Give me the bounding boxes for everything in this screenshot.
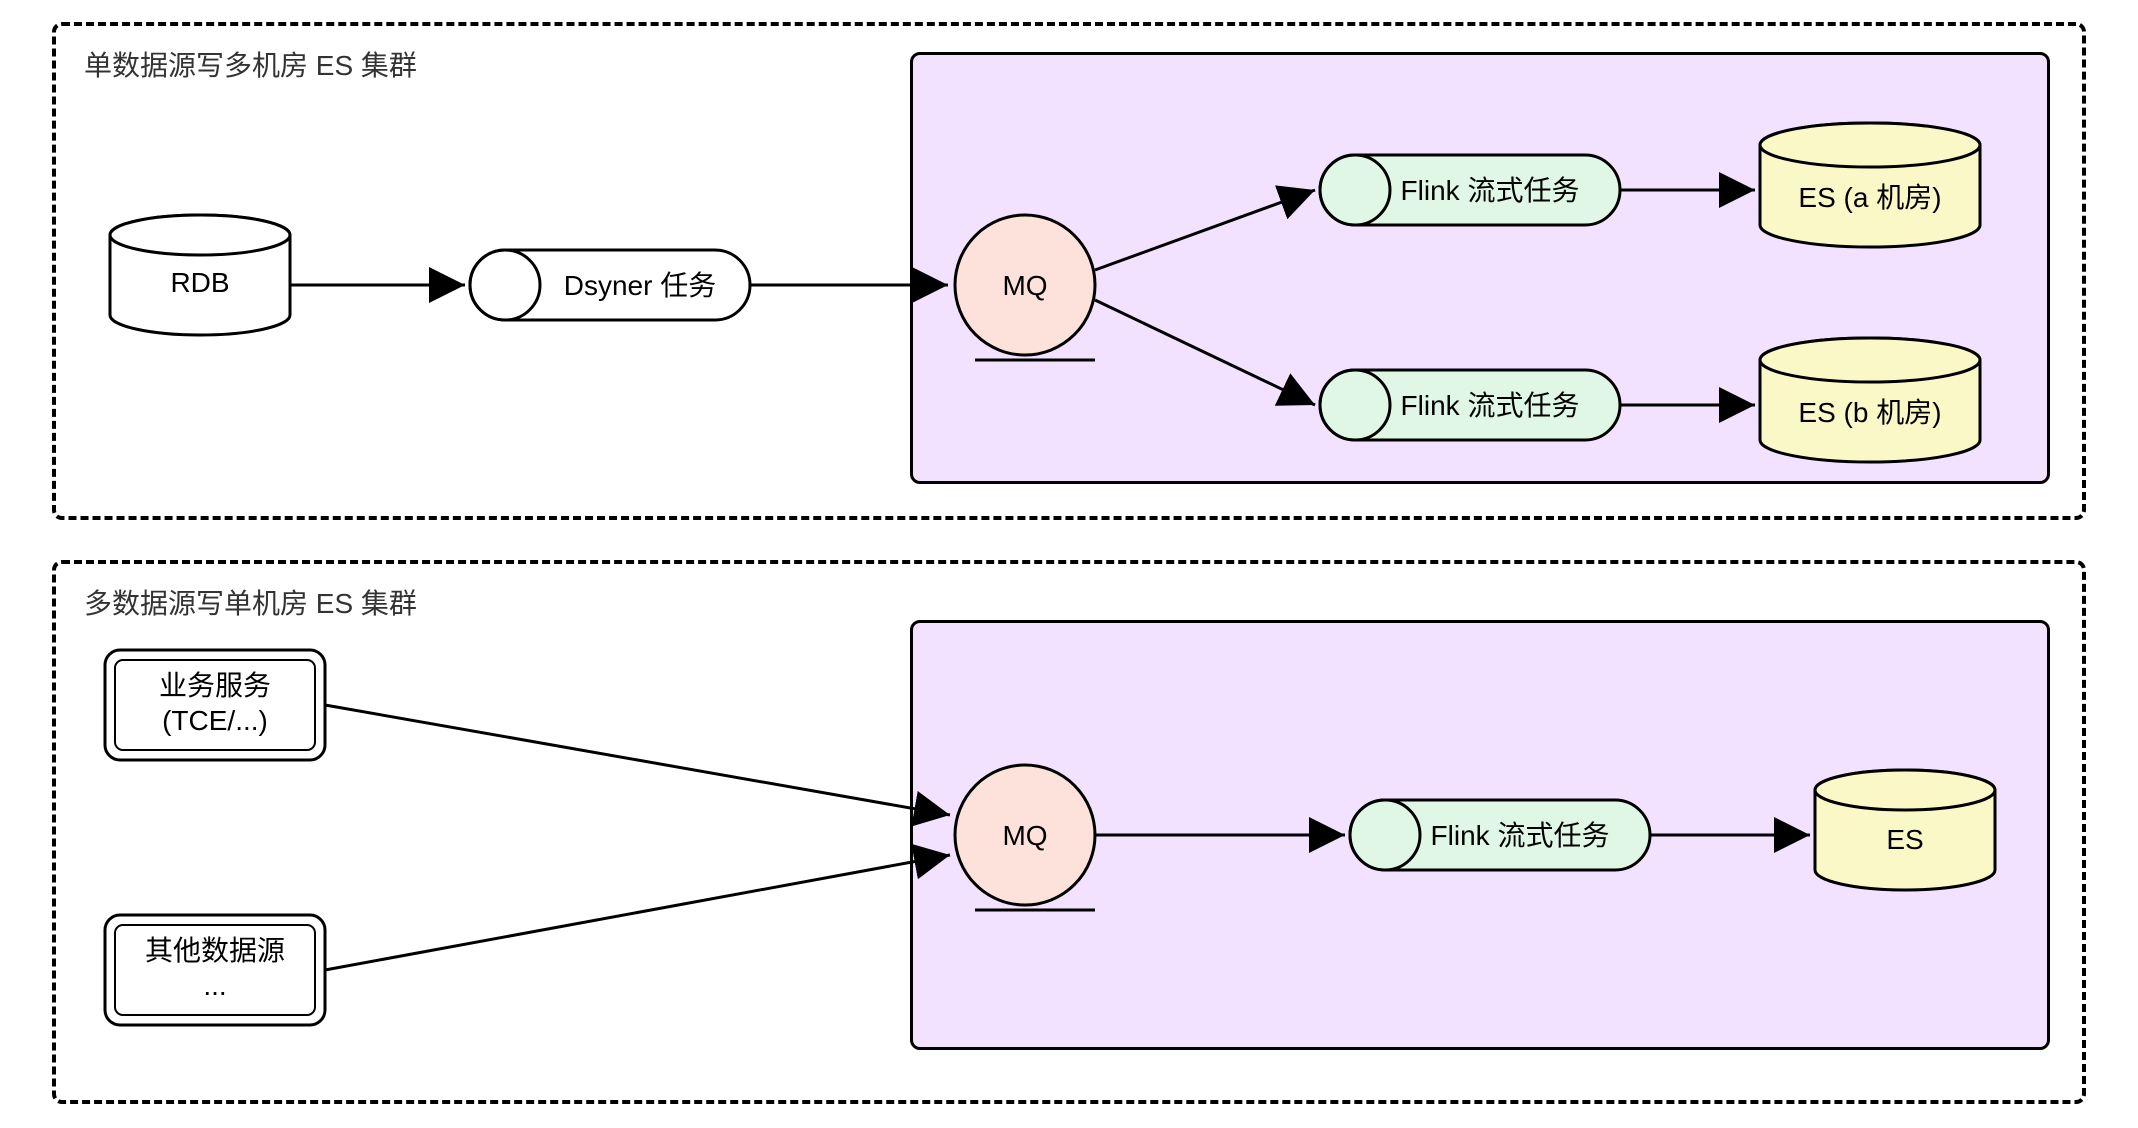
label-flink-single: Flink 流式任务 bbox=[1395, 818, 1645, 854]
label-es-a: ES (a 机房) bbox=[1790, 180, 1950, 216]
label-rdb: RDB bbox=[160, 265, 240, 301]
label-flink1: Flink 流式任务 bbox=[1365, 173, 1615, 209]
label-other2: ... bbox=[120, 968, 310, 1004]
panel1-title: 单数据源写多机房 ES 集群 bbox=[84, 44, 417, 84]
label-mq1: MQ bbox=[1000, 268, 1050, 304]
label-es-single: ES bbox=[1875, 822, 1935, 858]
label-biz1: 业务服务 bbox=[120, 668, 310, 704]
diagram-canvas: 单数据源写多机房 ES 集群 多数据源写单机房 ES 集群 bbox=[0, 0, 2138, 1128]
label-flink2: Flink 流式任务 bbox=[1365, 388, 1615, 424]
label-es-b: ES (b 机房) bbox=[1790, 395, 1950, 431]
label-dsyner: Dsyner 任务 bbox=[540, 268, 740, 304]
label-mq2: MQ bbox=[1000, 818, 1050, 854]
label-other1: 其他数据源 bbox=[120, 933, 310, 969]
panel2-title: 多数据源写单机房 ES 集群 bbox=[84, 582, 417, 622]
label-biz2: (TCE/...) bbox=[120, 703, 310, 739]
